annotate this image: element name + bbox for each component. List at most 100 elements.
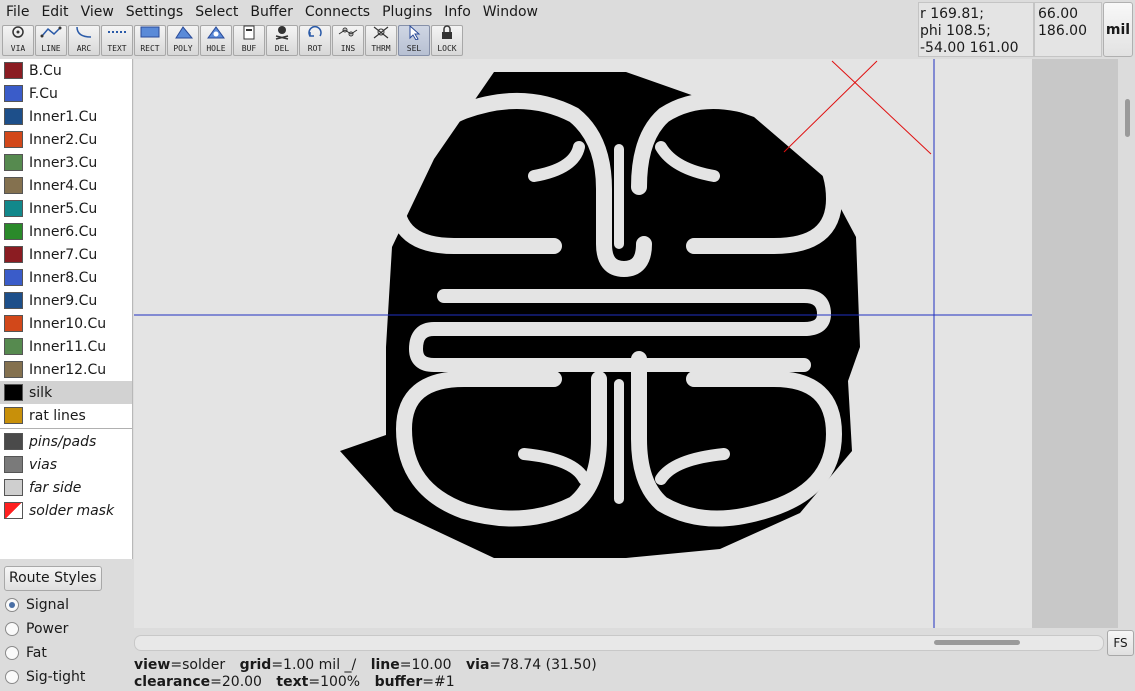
tool-hole-button[interactable]: HOLE <box>200 25 232 56</box>
route-style-fat[interactable]: Fat <box>5 642 47 664</box>
tool-lock-button[interactable]: LOCK <box>431 25 463 56</box>
layer-row-inner5-cu[interactable]: Inner5.Cu <box>0 197 132 220</box>
status-grid-value: =1.00 mil _/ <box>271 657 357 673</box>
relative-coordinates-readout: r 169.81; phi 108.5; -54.00 161.00 <box>918 2 1034 57</box>
tool-arc-button[interactable]: ARC <box>68 25 100 56</box>
layer-color-swatch[interactable] <box>4 177 23 194</box>
menu-select[interactable]: Select <box>189 0 244 24</box>
layer-color-swatch[interactable] <box>4 315 23 332</box>
horizontal-scrollbar-thumb[interactable] <box>934 640 1020 645</box>
fullscreen-button[interactable]: FS <box>1107 630 1134 656</box>
route-style-signal[interactable]: Signal <box>5 594 69 616</box>
layer-color-swatch[interactable] <box>4 223 23 240</box>
layer-row-solder-mask[interactable]: solder mask <box>0 499 132 522</box>
tool-sel-button[interactable]: SEL <box>398 24 430 56</box>
layer-row-inner10-cu[interactable]: Inner10.Cu <box>0 312 132 335</box>
status-via-key: via <box>466 657 490 673</box>
status-via-value: =78.74 (31.50) <box>489 657 597 673</box>
layer-row-inner9-cu[interactable]: Inner9.Cu <box>0 289 132 312</box>
tool-buf-button[interactable]: BUF <box>233 25 265 56</box>
absolute-y: 186.00 <box>1038 23 1087 39</box>
layer-color-swatch[interactable] <box>4 407 23 424</box>
menu-window[interactable]: Window <box>477 0 544 24</box>
layer-label: Inner7.Cu <box>29 246 98 263</box>
radio-button[interactable] <box>5 646 19 660</box>
tool-line-button[interactable]: LINE <box>35 25 67 56</box>
layer-color-swatch[interactable] <box>4 154 23 171</box>
layer-color-swatch[interactable] <box>4 292 23 309</box>
cursor-marker-line-b <box>783 60 878 153</box>
tool-poly-button[interactable]: POLY <box>167 25 199 56</box>
layer-row-inner8-cu[interactable]: Inner8.Cu <box>0 266 132 289</box>
layer-color-swatch[interactable] <box>4 131 23 148</box>
tool-rect-button[interactable]: RECT <box>134 25 166 56</box>
menu-file[interactable]: File <box>0 0 35 24</box>
menu-edit[interactable]: Edit <box>35 0 74 24</box>
route-style-sig-tight[interactable]: Sig-tight <box>5 666 85 688</box>
tool-rot-button[interactable]: ROT <box>299 25 331 56</box>
layer-color-swatch[interactable] <box>4 338 23 355</box>
horizontal-scrollbar[interactable] <box>134 629 1104 656</box>
layer-color-swatch[interactable] <box>4 269 23 286</box>
route-style-power[interactable]: Power <box>5 618 68 640</box>
layer-row-b-cu[interactable]: B.Cu <box>0 59 132 82</box>
layer-color-swatch[interactable] <box>4 246 23 263</box>
menu-settings[interactable]: Settings <box>120 0 189 24</box>
tool-thrm-button[interactable]: THRM <box>365 25 397 56</box>
radio-button[interactable] <box>5 598 19 612</box>
radio-button[interactable] <box>5 622 19 636</box>
layer-row-pins-pads[interactable]: pins/pads <box>0 430 132 453</box>
vertical-scrollbar-thumb[interactable] <box>1125 99 1130 137</box>
line-icon <box>40 24 62 44</box>
layer-label: Inner6.Cu <box>29 223 98 240</box>
layer-row-inner6-cu[interactable]: Inner6.Cu <box>0 220 132 243</box>
menubar: File Edit View Settings Select Buffer Connects… <box>0 0 555 24</box>
menu-buffer[interactable]: Buffer <box>244 0 299 24</box>
layer-row-silk[interactable]: silk <box>0 381 132 404</box>
layer-color-swatch[interactable] <box>4 62 23 79</box>
layer-row-inner12-cu[interactable]: Inner12.Cu <box>0 358 132 381</box>
radio-button[interactable] <box>5 670 19 684</box>
tool-del-button[interactable]: DEL <box>266 25 298 56</box>
board-drawing <box>134 59 1118 628</box>
route-styles-button[interactable]: Route Styles <box>4 566 102 591</box>
layer-color-swatch[interactable] <box>4 479 23 496</box>
route-style-label: Signal <box>26 597 70 613</box>
route-styles-panel: Route Styles Signal Power Fat Sig-tight <box>0 560 133 691</box>
tool-ins-button[interactable]: INS <box>332 25 364 56</box>
unit-toggle-button[interactable]: mil <box>1103 2 1133 57</box>
status-line-key: line <box>370 657 400 673</box>
layer-color-swatch[interactable] <box>4 108 23 125</box>
layer-row-inner7-cu[interactable]: Inner7.Cu <box>0 243 132 266</box>
layer-color-swatch[interactable] <box>4 502 23 519</box>
layer-color-swatch[interactable] <box>4 456 23 473</box>
layer-row-inner4-cu[interactable]: Inner4.Cu <box>0 174 132 197</box>
layer-row-f-cu[interactable]: F.Cu <box>0 82 132 105</box>
pcb-canvas[interactable] <box>134 59 1118 628</box>
tool-text-button[interactable]: TEXT <box>101 25 133 56</box>
layer-label: Inner4.Cu <box>29 177 98 194</box>
layer-color-swatch[interactable] <box>4 433 23 450</box>
layer-row-inner3-cu[interactable]: Inner3.Cu <box>0 151 132 174</box>
layer-color-swatch[interactable] <box>4 200 23 217</box>
menu-connects[interactable]: Connects <box>299 0 376 24</box>
layer-row-inner1-cu[interactable]: Inner1.Cu <box>0 105 132 128</box>
menu-info[interactable]: Info <box>438 0 477 24</box>
menu-view[interactable]: View <box>75 0 120 24</box>
layer-row-rat-lines[interactable]: rat lines <box>0 404 132 427</box>
layer-color-swatch[interactable] <box>4 384 23 401</box>
layer-row-far-side[interactable]: far side <box>0 476 132 499</box>
layer-color-swatch[interactable] <box>4 85 23 102</box>
layer-row-inner2-cu[interactable]: Inner2.Cu <box>0 128 132 151</box>
layer-row-vias[interactable]: vias <box>0 453 132 476</box>
status-text-value: =100% <box>308 674 361 690</box>
status-clearance-key: clearance <box>134 674 211 690</box>
layer-label: solder mask <box>29 502 115 519</box>
menu-plugins[interactable]: Plugins <box>376 0 438 24</box>
tool-via-button[interactable]: VIA <box>2 25 34 56</box>
hole-icon <box>205 24 227 44</box>
vertical-scrollbar[interactable] <box>1119 59 1135 628</box>
off-board-region <box>1032 59 1118 628</box>
layer-row-inner11-cu[interactable]: Inner11.Cu <box>0 335 132 358</box>
layer-color-swatch[interactable] <box>4 361 23 378</box>
